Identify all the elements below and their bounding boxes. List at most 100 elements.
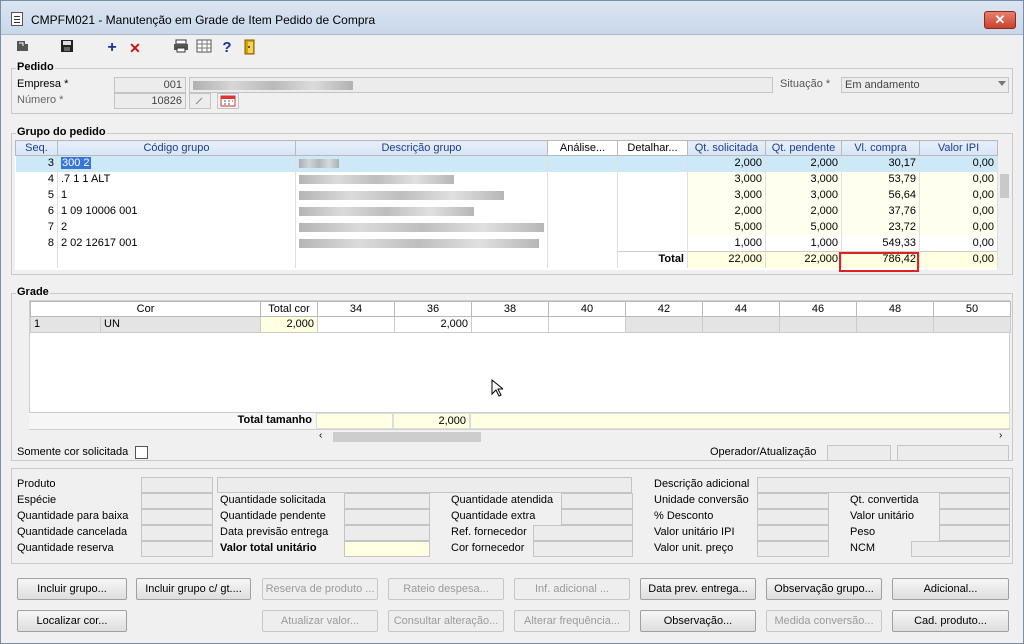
empresa-code-field[interactable]: 001 xyxy=(114,77,186,93)
codigo-cell[interactable]: 1 xyxy=(57,187,296,204)
scroll-left-icon[interactable]: ‹ xyxy=(319,430,322,441)
grid-config-icon[interactable] xyxy=(195,39,213,57)
codigo-cell[interactable]: 2 xyxy=(57,219,296,236)
size-38-cell[interactable] xyxy=(471,316,550,333)
col-size-40[interactable]: 40 xyxy=(548,301,627,317)
help-icon[interactable]: ? xyxy=(218,39,236,57)
alterar-frequencia-button[interactable]: Alterar frequência... xyxy=(514,610,630,632)
table-row[interactable]: 5 1 3,000 3,000 56,64 0,00 xyxy=(15,187,998,204)
qt-pendente-field[interactable] xyxy=(344,509,430,525)
qt-convertida-field[interactable] xyxy=(939,493,1010,509)
scroll-thumb[interactable] xyxy=(1000,174,1009,198)
col-size-50[interactable]: 50 xyxy=(933,301,1012,317)
qt-solicitada-field[interactable] xyxy=(344,493,430,509)
col-codigo[interactable]: Código grupo xyxy=(57,140,296,156)
desconto-field[interactable] xyxy=(757,509,829,525)
col-size-46[interactable]: 46 xyxy=(779,301,858,317)
table-row[interactable]: 3 300 2 2,000 2,000 30,17 0,00 xyxy=(15,155,998,172)
total-label: Total xyxy=(617,251,688,268)
reserva-produto-button[interactable]: Reserva de produto ... xyxy=(262,578,378,600)
somente-cor-checkbox[interactable] xyxy=(135,446,148,459)
codigo-cell[interactable]: .7 1 1 ALT xyxy=(57,171,296,188)
valor-unitario-ipi-field[interactable] xyxy=(757,525,829,541)
operador-field[interactable] xyxy=(827,445,891,461)
qt-atendida-field[interactable] xyxy=(561,493,633,509)
codigo-cell[interactable]: 300 2 xyxy=(57,155,296,172)
consultar-alteracao-button[interactable]: Consultar alteração... xyxy=(388,610,504,632)
qt-baixa-field[interactable] xyxy=(141,509,213,525)
cor-fornecedor-field[interactable] xyxy=(533,541,633,557)
col-size-38[interactable]: 38 xyxy=(471,301,550,317)
table-row[interactable]: 7 2 5,000 5,000 23,72 0,00 xyxy=(15,219,998,236)
medida-conversao-button[interactable]: Medida conversão... xyxy=(766,610,882,632)
col-total-cor[interactable]: Total cor xyxy=(260,301,319,317)
print-icon[interactable] xyxy=(172,39,190,57)
close-button[interactable]: ✕ xyxy=(984,11,1016,29)
col-descricao[interactable]: Descrição grupo xyxy=(295,140,548,156)
col-size-36[interactable]: 36 xyxy=(394,301,473,317)
table-row[interactable]: 8 2 02 12617 001 1,000 1,000 549,33 0,00 xyxy=(15,235,998,252)
empresa-name-field[interactable] xyxy=(189,77,773,93)
search-numero-button[interactable] xyxy=(189,93,211,109)
add-icon[interactable]: + xyxy=(103,39,121,57)
col-detalhar[interactable]: Detalhar... xyxy=(617,140,688,156)
incluir-grupo-gt-button[interactable]: Incluir grupo c/ gt.... xyxy=(136,578,251,600)
codigo-cell[interactable]: 1 09 10006 001 xyxy=(57,203,296,220)
size-34-cell[interactable] xyxy=(317,316,396,333)
ncm-field[interactable] xyxy=(911,541,1010,557)
qt-reserva-field[interactable] xyxy=(141,541,213,557)
back-icon[interactable] xyxy=(13,39,31,57)
cad-produto-button[interactable]: Cad. produto... xyxy=(892,610,1009,632)
size-40-cell[interactable] xyxy=(548,316,627,333)
delete-icon[interactable]: ✕ xyxy=(126,39,144,57)
atualizacao-field[interactable] xyxy=(897,445,1009,461)
col-size-34[interactable]: 34 xyxy=(317,301,396,317)
data-prev-entrega-button[interactable]: Data prev. entrega... xyxy=(640,578,756,600)
size-36-cell[interactable]: 2,000 xyxy=(394,316,473,333)
produto-code-field[interactable] xyxy=(141,477,213,493)
ref-fornecedor-field[interactable] xyxy=(533,525,633,541)
localizar-cor-button[interactable]: Localizar cor... xyxy=(17,610,127,632)
col-cor[interactable]: Cor xyxy=(29,301,262,317)
col-qt-solicitada[interactable]: Qt. solicitada xyxy=(687,140,766,156)
scroll-right-icon[interactable]: › xyxy=(999,430,1002,441)
produto-desc-field[interactable] xyxy=(217,477,632,493)
situacao-select[interactable]: Em andamento xyxy=(841,77,1009,93)
col-qt-pendente[interactable]: Qt. pendente xyxy=(765,140,842,156)
col-seq[interactable]: Seq. xyxy=(15,140,58,156)
valor-total-unitario-field[interactable] xyxy=(344,541,430,557)
observacao-grupo-button[interactable]: Observação grupo... xyxy=(766,578,882,600)
grade-horizontal-scrollbar[interactable]: ‹ › xyxy=(317,430,1010,444)
especie-field[interactable] xyxy=(141,493,213,509)
valor-unitario-field[interactable] xyxy=(939,509,1010,525)
unidade-conversao-field[interactable] xyxy=(757,493,829,509)
peso-field[interactable] xyxy=(939,525,1010,541)
numero-field[interactable]: 10826 xyxy=(114,93,186,109)
col-size-42[interactable]: 42 xyxy=(625,301,704,317)
col-size-48[interactable]: 48 xyxy=(856,301,935,317)
col-analise[interactable]: Análise... xyxy=(547,140,618,156)
descricao-adicional-field[interactable] xyxy=(757,477,1010,493)
col-size-44[interactable]: 44 xyxy=(702,301,781,317)
inf-adicional-button[interactable]: Inf. adicional ... xyxy=(514,578,630,600)
rateio-despesa-button[interactable]: Rateio despesa... xyxy=(388,578,504,600)
scroll-thumb[interactable] xyxy=(333,432,481,442)
observacao-button[interactable]: Observação... xyxy=(640,610,756,632)
qt-cancelada-field[interactable] xyxy=(141,525,213,541)
codigo-cell[interactable]: 2 02 12617 001 xyxy=(57,235,296,252)
table-row[interactable]: 6 1 09 10006 001 2,000 2,000 37,76 0,00 xyxy=(15,203,998,220)
atualizar-valor-button[interactable]: Atualizar valor... xyxy=(262,610,378,632)
data-previsao-field[interactable] xyxy=(344,525,430,541)
calendar-icon[interactable] xyxy=(217,93,239,109)
save-icon[interactable] xyxy=(58,39,76,57)
col-vl-compra[interactable]: Vl. compra xyxy=(841,140,920,156)
adicional-button[interactable]: Adicional... xyxy=(892,578,1009,600)
valor-unit-preco-field[interactable] xyxy=(757,541,829,557)
exit-door-icon[interactable] xyxy=(241,39,259,57)
table-row[interactable]: 1 UN 2,000 2,000 xyxy=(30,316,1012,333)
col-valor-ipi[interactable]: Valor IPI xyxy=(919,140,998,156)
incluir-grupo-button[interactable]: Incluir grupo... xyxy=(17,578,127,600)
table-row[interactable]: 4 .7 1 1 ALT 3,000 3,000 53,79 0,00 xyxy=(15,171,998,188)
grupo-vertical-scrollbar[interactable] xyxy=(997,158,1010,254)
qt-extra-field[interactable] xyxy=(561,509,633,525)
